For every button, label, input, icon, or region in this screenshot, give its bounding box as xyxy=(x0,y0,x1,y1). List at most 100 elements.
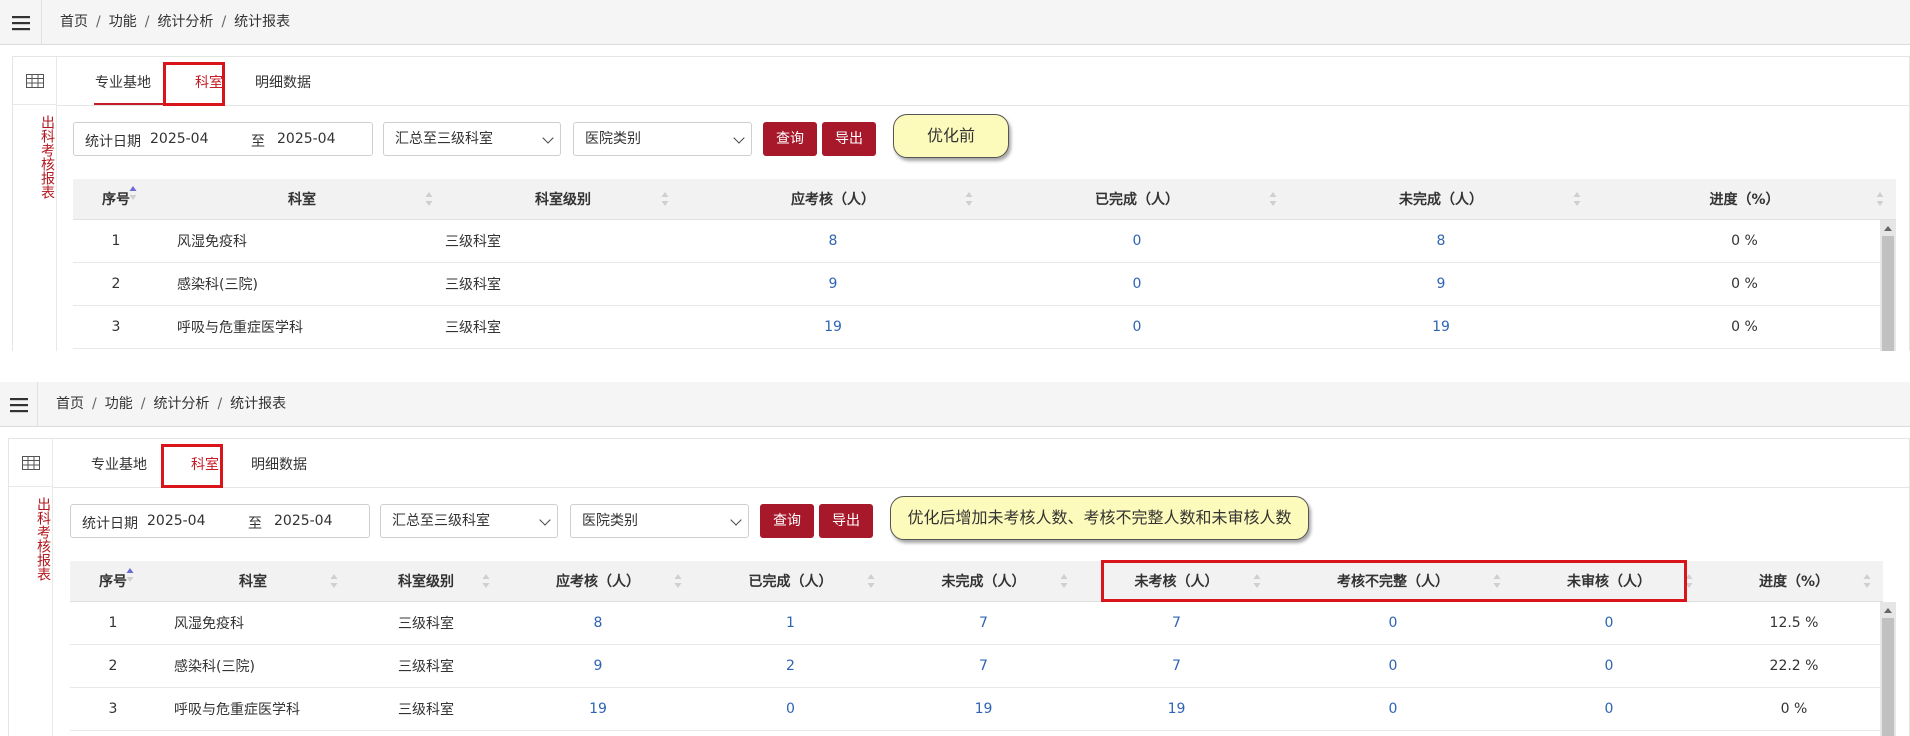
sort-icon[interactable] xyxy=(1573,191,1581,207)
count-link-cell[interactable]: 1 xyxy=(694,601,887,645)
count-link-cell[interactable]: 0 xyxy=(985,305,1289,349)
column-header[interactable]: 进度（%） xyxy=(1593,179,1896,220)
sort-icon[interactable] xyxy=(1060,573,1068,589)
column-header-label: 未完成（人） xyxy=(1399,191,1483,208)
column-header[interactable]: 科室级别 xyxy=(445,179,681,220)
column-header[interactable]: 未完成（人） xyxy=(887,561,1080,602)
count-link-cell[interactable]: 0 xyxy=(1273,644,1513,688)
table-row[interactable]: 2 感染科(三院) 三级科室 9 0 9 0 % xyxy=(73,262,1896,306)
count-link-cell[interactable]: 9 xyxy=(681,262,985,306)
table-row[interactable]: 1 风湿免疫科 三级科室 8 1 7 7 0 0 12.5 % xyxy=(70,601,1883,645)
count-link-cell[interactable]: 9 xyxy=(1289,262,1593,306)
sort-icon[interactable] xyxy=(1876,191,1884,207)
count-link-cell[interactable]: 2 xyxy=(694,644,887,688)
column-header[interactable]: 应考核（人） xyxy=(502,561,694,602)
hospital-type-select[interactable]: 医院类别 xyxy=(573,122,752,156)
sort-icon[interactable] xyxy=(425,191,433,207)
table-row[interactable]: 2 感染科(三院) 三级科室 9 2 7 7 0 0 22.2 % xyxy=(70,644,1883,688)
scroll-up-icon[interactable] xyxy=(1884,608,1892,613)
sort-icon[interactable] xyxy=(330,573,338,589)
level-select[interactable]: 汇总至三级科室 xyxy=(383,122,561,156)
count-link-cell[interactable]: 8 xyxy=(1289,219,1593,263)
sort-icon[interactable] xyxy=(965,191,973,207)
date-to-value[interactable]: 2025-04 xyxy=(277,131,336,147)
count-link-cell[interactable]: 0 xyxy=(1273,687,1513,731)
level-select[interactable]: 汇总至三级科室 xyxy=(380,504,558,538)
export-button[interactable]: 导出 xyxy=(819,504,873,538)
scrollbar[interactable] xyxy=(1880,220,1896,351)
scrollbar-thumb[interactable] xyxy=(1882,236,1894,351)
scrollbar-thumb[interactable] xyxy=(1882,618,1894,736)
column-header[interactable]: 未完成（人） xyxy=(1289,179,1593,220)
breadcrumb-home[interactable]: 首页 xyxy=(60,14,88,30)
menu-toggle-button[interactable] xyxy=(0,0,42,45)
column-header[interactable]: 序号 xyxy=(73,179,159,220)
sort-icon[interactable] xyxy=(674,573,682,589)
breadcrumb-analysis[interactable]: 统计分析 xyxy=(157,14,213,30)
date-from-value[interactable]: 2025-04 xyxy=(147,513,206,529)
count-link-cell[interactable]: 7 xyxy=(1080,601,1273,645)
sort-icon[interactable] xyxy=(482,573,490,589)
chevron-down-icon xyxy=(542,132,554,144)
tab-major-base[interactable]: 专业基地 xyxy=(87,449,151,481)
sort-icon[interactable] xyxy=(1269,191,1277,207)
date-from-value[interactable]: 2025-04 xyxy=(150,131,209,147)
query-button[interactable]: 查询 xyxy=(763,122,817,156)
table-cell: 0 % xyxy=(1705,687,1883,731)
table-icon[interactable] xyxy=(13,57,57,105)
scrollbar[interactable] xyxy=(1880,602,1896,736)
column-header[interactable]: 应考核（人） xyxy=(681,179,985,220)
count-link-cell[interactable]: 0 xyxy=(1273,601,1513,645)
count-link-cell[interactable]: 7 xyxy=(887,601,1080,645)
breadcrumb-function[interactable]: 功能 xyxy=(105,396,133,412)
count-link-cell[interactable]: 19 xyxy=(681,305,985,349)
count-link-cell[interactable]: 7 xyxy=(1080,644,1273,688)
count-link-cell[interactable]: 9 xyxy=(502,644,694,688)
date-range-input[interactable]: 统计日期 2025-04 至 2025-04 xyxy=(70,504,370,538)
column-header[interactable]: 序号 xyxy=(70,561,156,602)
sort-icon[interactable] xyxy=(1863,573,1871,589)
sort-icon[interactable] xyxy=(661,191,669,207)
date-to-value[interactable]: 2025-04 xyxy=(274,513,333,529)
count-link-cell[interactable]: 0 xyxy=(694,687,887,731)
count-link-cell[interactable]: 0 xyxy=(1513,601,1705,645)
count-link-cell[interactable]: 19 xyxy=(1289,305,1593,349)
count-link-cell[interactable]: 8 xyxy=(502,601,694,645)
count-link-cell[interactable]: 8 xyxy=(681,219,985,263)
table-row[interactable]: 3 呼吸与危重症医学科 三级科室 19 0 19 19 0 0 0 % xyxy=(70,687,1883,731)
sort-icon[interactable] xyxy=(867,573,875,589)
column-header[interactable]: 已完成（人） xyxy=(985,179,1289,220)
count-link-cell[interactable]: 19 xyxy=(502,687,694,731)
breadcrumb-function[interactable]: 功能 xyxy=(109,14,137,30)
hospital-type-select[interactable]: 医院类别 xyxy=(570,504,749,538)
column-header[interactable]: 已完成（人） xyxy=(694,561,887,602)
date-range-input[interactable]: 统计日期 2025-04 至 2025-04 xyxy=(73,122,373,156)
tab-major-base[interactable]: 专业基地 xyxy=(91,67,155,99)
scroll-up-icon[interactable] xyxy=(1884,226,1892,231)
query-button[interactable]: 查询 xyxy=(760,504,814,538)
menu-toggle-button[interactable] xyxy=(0,382,38,427)
count-link-cell[interactable]: 0 xyxy=(985,219,1289,263)
tab-detail-data[interactable]: 明细数据 xyxy=(247,449,311,481)
sort-icon[interactable] xyxy=(129,185,137,201)
export-button[interactable]: 导出 xyxy=(822,122,876,156)
table-row[interactable]: 1 风湿免疫科 三级科室 8 0 8 0 % xyxy=(73,219,1896,263)
tab-detail-data[interactable]: 明细数据 xyxy=(251,67,315,99)
breadcrumb-report: 统计报表 xyxy=(230,396,287,412)
column-header-label: 序号 xyxy=(102,191,130,208)
count-link-cell[interactable]: 0 xyxy=(985,262,1289,306)
breadcrumb-home[interactable]: 首页 xyxy=(56,396,84,412)
column-header[interactable]: 进度（%） xyxy=(1705,561,1883,602)
table-icon[interactable] xyxy=(9,439,53,487)
count-link-cell[interactable]: 19 xyxy=(887,687,1080,731)
column-header[interactable]: 科室 xyxy=(159,179,445,220)
count-link-cell[interactable]: 7 xyxy=(887,644,1080,688)
count-link-cell[interactable]: 0 xyxy=(1513,687,1705,731)
count-link-cell[interactable]: 0 xyxy=(1513,644,1705,688)
sort-icon[interactable] xyxy=(126,567,134,583)
column-header[interactable]: 科室级别 xyxy=(350,561,502,602)
table-row[interactable]: 3 呼吸与危重症医学科 三级科室 19 0 19 0 % xyxy=(73,305,1896,349)
count-link-cell[interactable]: 19 xyxy=(1080,687,1273,731)
breadcrumb-analysis[interactable]: 统计分析 xyxy=(153,396,209,412)
column-header[interactable]: 科室 xyxy=(156,561,350,602)
